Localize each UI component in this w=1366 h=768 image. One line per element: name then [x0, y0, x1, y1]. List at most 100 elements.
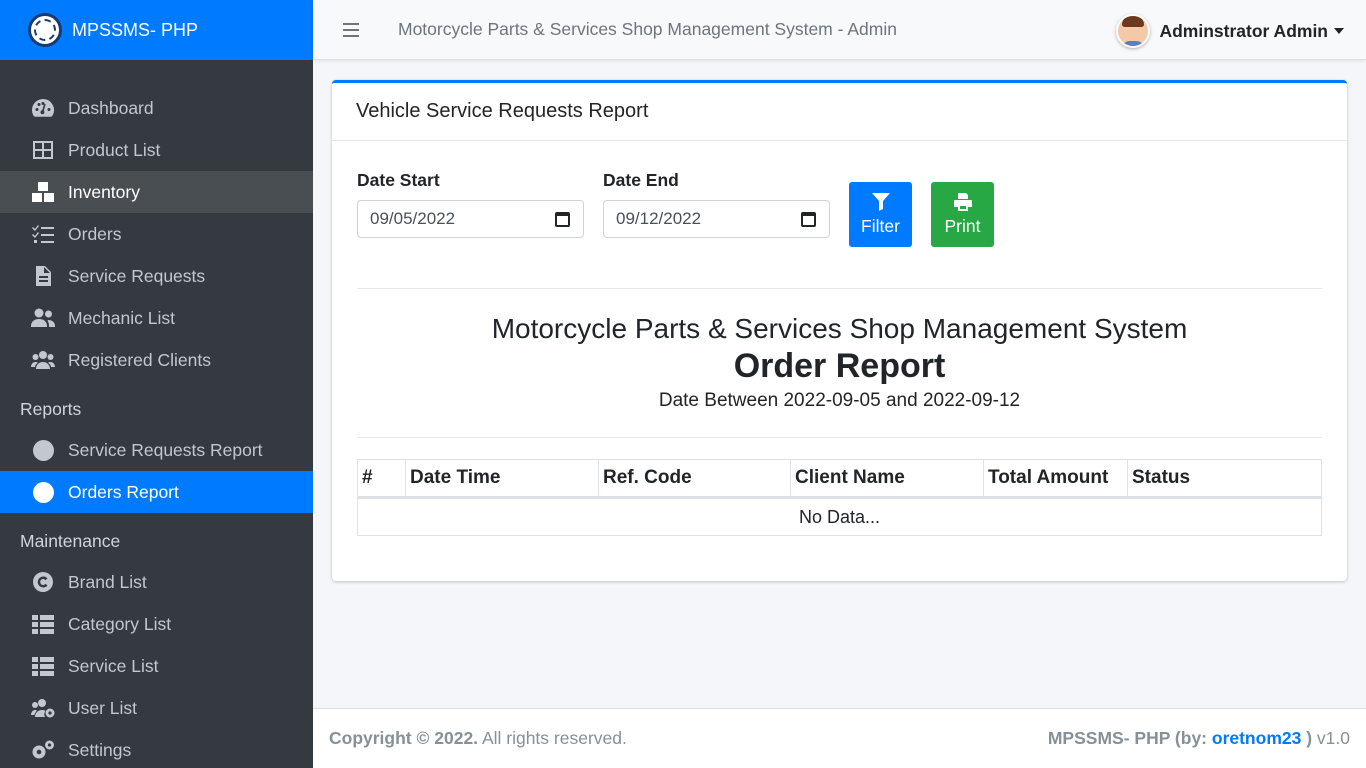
date-end-group: Date End 09/12/2022: [603, 170, 830, 238]
date-start-value: 09/05/2022: [370, 209, 456, 228]
cogs-icon: [30, 739, 56, 761]
th-large-icon: [30, 139, 56, 161]
column-header-client-name: Client Name: [790, 459, 984, 499]
th-list-icon: [30, 655, 56, 677]
sidebar-item-dashboard[interactable]: Dashboard: [0, 87, 313, 129]
sidebar-item-label: Category List: [68, 613, 172, 634]
sidebar-item-label: Inventory: [68, 181, 140, 202]
brand-logo-icon: [28, 13, 62, 47]
sidebar-item-label: User List: [68, 697, 138, 718]
divider: [357, 288, 1322, 289]
tasks-icon: [30, 223, 56, 245]
calendar-icon[interactable]: [801, 211, 816, 227]
sidebar-item-orders-report[interactable]: Orders Report: [0, 471, 313, 513]
top-navbar: Motorcycle Parts & Services Shop Managem…: [313, 0, 1366, 60]
copyright-icon: [30, 571, 56, 593]
sidebar-item-settings[interactable]: Settings: [0, 729, 313, 768]
brand-name: MPSSMS- PHP: [72, 19, 199, 40]
column-header-number: #: [357, 459, 406, 499]
filter-icon: [871, 193, 890, 211]
sidebar-item-label: Orders Report: [68, 481, 179, 502]
sidebar-item-category-list[interactable]: Category List: [0, 603, 313, 645]
sidebar-item-label: Service Requests: [68, 265, 206, 286]
report-table: # Date Time Ref. Code Client Name Total …: [357, 459, 1322, 536]
sidebar-item-label: Product List: [68, 139, 161, 160]
th-list-icon: [30, 613, 56, 635]
footer-app-info: MPSSMS- PHP (by: oretnom23 ) v1.0: [1048, 728, 1350, 749]
date-start-label: Date Start: [357, 170, 440, 190]
sidebar-item-brand-list[interactable]: Brand List: [0, 561, 313, 603]
sidebar-item-service-list[interactable]: Service List: [0, 645, 313, 687]
column-header-total-amount: Total Amount: [983, 459, 1128, 499]
nav-header-maintenance: Maintenance: [20, 530, 121, 551]
nav-header-reports: Reports: [20, 398, 82, 419]
circle-icon: [30, 481, 56, 503]
filter-button[interactable]: Filter: [849, 182, 912, 247]
report-title: Order Report: [733, 347, 946, 385]
sidebar: MPSSMS- PHP Dashboard Product List Inven…: [0, 0, 313, 768]
sidebar-item-label: Settings: [68, 739, 132, 760]
report-card: Vehicle Service Requests Report Date Sta…: [332, 80, 1347, 581]
sidebar-item-label: Service Requests Report: [68, 439, 263, 460]
user-dropdown[interactable]: Adminstrator Admin: [1116, 14, 1344, 48]
sidebar-item-service-requests-report[interactable]: Service Requests Report: [0, 429, 313, 471]
date-end-input[interactable]: 09/12/2022: [603, 200, 830, 238]
report-system-name: Motorcycle Parts & Services Shop Managem…: [491, 313, 1188, 344]
footer: Copyright © 2022. All rights reserved. M…: [313, 708, 1366, 768]
user-name: Adminstrator Admin: [1159, 20, 1328, 41]
caret-down-icon: [1334, 28, 1344, 34]
print-button[interactable]: Print: [931, 182, 994, 247]
filter-form: Date Start 09/05/2022 Date End 09/12/202…: [357, 170, 994, 247]
report-header: Motorcycle Parts & Services Shop Managem…: [332, 311, 1347, 415]
date-start-group: Date Start 09/05/2022: [357, 170, 584, 238]
column-header-status: Status: [1127, 459, 1322, 499]
filter-button-label: Filter: [861, 216, 900, 236]
sidebar-item-inventory[interactable]: Inventory: [0, 171, 313, 213]
circle-icon: [30, 439, 56, 461]
rights-text: All rights reserved.: [478, 728, 627, 748]
column-header-date-time: Date Time: [405, 459, 599, 499]
date-end-value: 09/12/2022: [616, 209, 702, 228]
copyright-text: Copyright © 2022.: [329, 728, 479, 748]
sidebar-item-orders[interactable]: Orders: [0, 213, 313, 255]
sidebar-item-label: Dashboard: [68, 97, 154, 118]
sidebar-item-service-requests[interactable]: Service Requests: [0, 255, 313, 297]
user-friends-icon: [30, 307, 56, 329]
app-prefix: MPSSMS- PHP (by:: [1047, 728, 1212, 748]
calendar-icon[interactable]: [555, 211, 570, 227]
sidebar-item-label: Brand List: [68, 571, 147, 592]
sidebar-item-label: Registered Clients: [68, 349, 211, 370]
avatar: [1116, 14, 1151, 48]
table-row: No Data...: [357, 497, 1322, 536]
date-start-input[interactable]: 09/05/2022: [357, 200, 584, 238]
sidebar-item-user-list[interactable]: User List: [0, 687, 313, 729]
sidebar-item-label: Orders: [68, 223, 122, 244]
app-suffix: ): [1301, 728, 1313, 748]
print-button-label: Print: [944, 216, 981, 236]
sidebar-item-mechanic-list[interactable]: Mechanic List: [0, 297, 313, 339]
sidebar-item-label: Mechanic List: [68, 307, 175, 328]
card-title: Vehicle Service Requests Report: [332, 83, 1347, 141]
column-header-ref-code: Ref. Code: [598, 459, 791, 499]
file-alt-icon: [30, 265, 56, 287]
sidebar-item-registered-clients[interactable]: Registered Clients: [0, 339, 313, 381]
date-end-label: Date End: [603, 170, 679, 190]
brand-link[interactable]: MPSSMS- PHP: [0, 0, 313, 60]
sidebar-nav: Dashboard Product List Inventory Orders …: [0, 60, 313, 768]
menu-toggle-icon[interactable]: [343, 22, 359, 37]
footer-copyright: Copyright © 2022. All rights reserved.: [329, 728, 627, 749]
empty-table-message: No Data...: [357, 497, 1322, 536]
author-link[interactable]: oretnom23: [1212, 728, 1301, 748]
report-date-range: Date Between 2022-09-05 and 2022-09-12: [658, 390, 1021, 411]
table-header-row: # Date Time Ref. Code Client Name Total …: [357, 459, 1322, 499]
boxes-icon: [30, 181, 56, 203]
users-icon: [30, 349, 56, 371]
page-title: Motorcycle Parts & Services Shop Managem…: [398, 19, 897, 39]
divider: [357, 437, 1322, 438]
tachometer-icon: [30, 97, 56, 119]
sidebar-item-label: Service List: [68, 655, 159, 676]
sidebar-item-product-list[interactable]: Product List: [0, 129, 313, 171]
print-icon: [953, 193, 972, 211]
version-text: v1.0: [1312, 728, 1350, 748]
users-cog-icon: [30, 697, 56, 719]
